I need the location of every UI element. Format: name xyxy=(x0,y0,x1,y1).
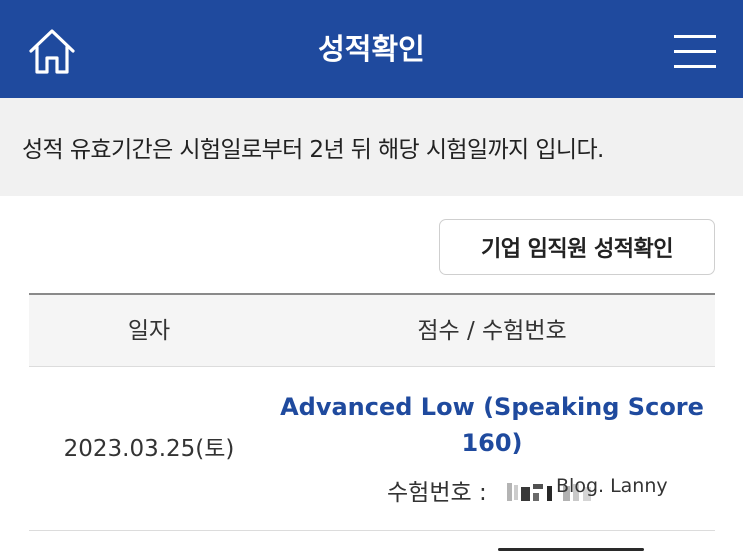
corporate-score-check-button[interactable]: 기업 임직원 성적확인 xyxy=(439,219,715,275)
app-header: 성적확인 xyxy=(0,0,743,98)
validity-notice: 성적 유효기간은 시험일로부터 2년 뒤 해당 시험일까지 입니다. xyxy=(0,98,743,196)
hamburger-menu-icon xyxy=(674,35,716,68)
column-header-score: 점수 / 수험번호 xyxy=(417,318,567,344)
table-header: 일자 점수 / 수험번호 xyxy=(29,295,715,367)
blog-watermark: Blog. Lanny xyxy=(556,475,668,497)
column-header-date: 일자 xyxy=(127,318,171,344)
score-result-link[interactable]: Advanced Low (Speaking Score 160) xyxy=(269,389,715,461)
table-row: 2023.03.25(토) Advanced Low (Speaking Sco… xyxy=(29,367,715,531)
exam-number-label: 수험번호 : xyxy=(387,480,487,506)
home-icon xyxy=(29,29,75,74)
exam-date: 2023.03.25(토) xyxy=(63,436,235,462)
score-line-1: Advanced Low (Speaking Score xyxy=(280,393,704,421)
page-title: 성적확인 xyxy=(318,32,425,66)
score-line-2: 160) xyxy=(461,429,523,457)
validity-notice-text: 성적 유효기간은 시험일로부터 2년 뒤 해당 시험일까지 입니다. xyxy=(22,137,604,163)
home-button[interactable] xyxy=(26,26,78,78)
menu-button[interactable] xyxy=(672,32,718,72)
